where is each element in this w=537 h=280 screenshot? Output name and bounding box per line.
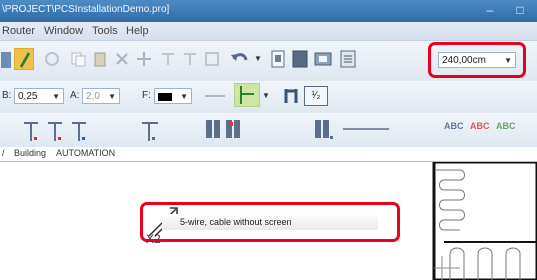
menu-item-help[interactable]: Help [126,25,149,37]
chevron-down-icon: ▼ [108,92,116,101]
zoom-highlight-frame [428,42,526,78]
text-height-value: 2,0 [86,91,100,102]
text-style-icon-2[interactable]: ABC [470,121,490,131]
save-icon[interactable] [0,51,12,69]
tab-previous[interactable]: / [2,148,5,158]
chevron-down-icon: ▼ [180,92,188,101]
undo-icon[interactable] [230,50,250,68]
floor-plan-drawing [432,162,537,280]
tab-automation[interactable]: AUTOMATION [56,148,115,158]
undo-dropdown-arrow[interactable]: ▼ [254,51,262,67]
menu-item-window[interactable]: Window [44,25,83,37]
text-style-icon-1[interactable]: ABC [444,121,464,131]
color-select[interactable]: ▼ [154,88,192,104]
minimize-button[interactable]: – [478,2,502,18]
chevron-down-icon: ▼ [52,92,60,101]
format-toolbar: B: 0,25 ▼ A: 2,0 ▼ F: ▼ ▼ ¹⁄₂ [0,81,537,114]
maximize-button[interactable]: □ [508,2,532,18]
cut-icon[interactable] [44,51,60,67]
plug-icon[interactable] [312,118,334,142]
wire-branch-icons[interactable] [22,119,90,143]
text-height-select[interactable]: 2,0 ▼ [82,88,120,104]
text-height-label: A: [70,90,80,101]
symbol-toolbar: ABC ABC ABC [0,113,537,148]
move-icon[interactable] [136,51,152,67]
line-style-icon[interactable] [204,89,226,103]
connection-icon[interactable] [234,83,260,107]
sheet-tab-bar: / Building AUTOMATION [0,147,537,162]
tab-building[interactable]: Building [14,148,46,158]
database-icon[interactable] [292,50,308,68]
cable-highlight-frame [140,202,400,242]
title-bar: \PROJECT\PCSInstallationDemo.pro] – □ [0,0,537,22]
list-icon[interactable] [340,50,356,68]
terminal-block-icons[interactable] [204,118,244,140]
menu-item-tools[interactable]: Tools [92,25,118,37]
printer-icon[interactable] [314,50,332,68]
color-label: F: [142,90,151,101]
menu-bar: Router Window Tools Help [0,22,537,41]
terminal-icon[interactable] [284,87,298,105]
line-width-value: 0,25 [18,91,38,102]
delete-icon[interactable] [114,51,130,67]
connection-dropdown-arrow[interactable]: ▼ [262,88,270,104]
frame-icon[interactable] [204,51,220,67]
line-width-label: B: [2,90,12,101]
copy-icon[interactable] [70,51,86,67]
fraction-symbol-button[interactable]: ¹⁄₂ [304,86,328,106]
document-icon[interactable] [270,50,286,68]
cable-line-icon[interactable] [342,125,390,133]
format-icon[interactable] [160,51,176,67]
text-style-icon-3[interactable]: ABC [496,121,516,131]
wire-tee-icon[interactable] [140,119,164,143]
window-title: \PROJECT\PCSInstallationDemo.pro] [2,4,170,15]
line-width-select[interactable]: 0,25 ▼ [14,88,64,104]
format-painter-icon[interactable] [182,51,198,67]
paste-icon[interactable] [92,51,108,67]
pencil-icon[interactable] [14,48,34,70]
color-swatch [158,93,172,101]
menu-item-router[interactable]: Router [2,25,35,37]
